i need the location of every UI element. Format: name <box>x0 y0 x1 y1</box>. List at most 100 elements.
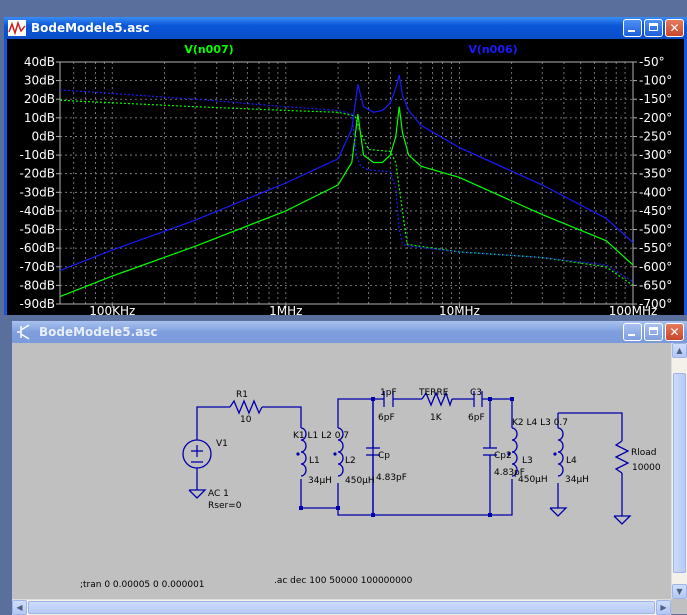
cp-value: 4.83pF <box>376 473 407 483</box>
right-tick-label: -400° <box>639 185 672 199</box>
bode-plot[interactable]: V(n007) V(n006) 40dB 30dB 20dB 10dB 0dB -10dB… <box>7 39 684 315</box>
trace-label-v-n006: V(n006) <box>468 43 517 56</box>
schematic-maximize-button[interactable] <box>644 323 663 341</box>
schematic-close-button[interactable]: ✕ <box>665 323 684 341</box>
minimize-icon <box>628 334 635 336</box>
plot-grid <box>59 61 634 305</box>
cp-label: Cp <box>378 451 390 461</box>
horizontal-scroll-thumb[interactable] <box>28 601 655 614</box>
l1-label: L1 <box>309 456 320 466</box>
rload-value: 10000 <box>632 463 661 473</box>
r1-label: R1 <box>236 390 248 400</box>
schematic-window-titlebar[interactable]: BodeModele5.asc ✕ <box>12 321 687 343</box>
terre-label: TERRE <box>418 388 449 398</box>
close-icon: ✕ <box>669 21 680 35</box>
left-tick-label: -90dB <box>20 297 55 311</box>
l3-label: L3 <box>522 456 533 466</box>
v1-ac: AC 1 <box>208 489 229 499</box>
ac-directive: .ac dec 100 50000 100000000 <box>274 576 413 586</box>
left-tick-label: 40dB <box>24 55 55 69</box>
r1-value: 10 <box>240 415 252 425</box>
trace-label-v-n007: V(n007) <box>184 43 233 56</box>
cp-pre-value: 6pF <box>378 413 395 423</box>
left-tick-label: 30dB <box>24 74 55 88</box>
right-tick-label: -550° <box>639 241 672 255</box>
right-tick-label: -350° <box>639 167 672 181</box>
trace-v-n007-phase <box>59 99 634 286</box>
left-tick-label: 10dB <box>24 111 55 125</box>
left-tick-label: -40dB <box>20 204 55 218</box>
plot-frame <box>59 61 634 305</box>
right-tick-label: -300° <box>639 148 672 162</box>
schematic-window: BodeModele5.asc ✕ R1 10 V1 AC 1 Rser=0 K… <box>12 321 687 615</box>
plot-window-titlebar[interactable]: BodeModele5.asc ✕ <box>4 17 687 39</box>
terre-value: 1K <box>430 413 443 423</box>
waveform-icon <box>8 20 26 36</box>
trace-v-n007-magnitude <box>59 106 634 298</box>
left-tick-label: -50dB <box>20 223 55 237</box>
left-tick-label: 20dB <box>24 92 55 106</box>
trace-v-n006-phase <box>59 89 634 283</box>
k1-directive: K1 L1 L2 0.7 <box>293 431 349 441</box>
right-axis: -50° -100° -150° -200° -250° -300° -350° -400° -… <box>633 55 672 311</box>
right-tick-label: -650° <box>639 278 672 292</box>
x-tick-label: 1MHz <box>269 304 302 315</box>
right-tick-label: -50° <box>639 55 665 69</box>
vertical-scroll-thumb[interactable] <box>673 373 686 573</box>
left-tick-label: -30dB <box>20 185 55 199</box>
close-icon: ✕ <box>669 325 680 339</box>
l2-value: 450µH <box>345 476 375 486</box>
left-tick-label: -10dB <box>20 148 55 162</box>
schematic-window-title: BodeModele5.asc <box>39 325 158 339</box>
plot-traces <box>59 74 634 298</box>
scroll-up-button[interactable]: ▲ <box>672 343 687 358</box>
right-tick-label: -100° <box>639 74 672 88</box>
c3-label: C3 <box>470 388 482 398</box>
maximize-icon <box>649 327 658 335</box>
l4-label: L4 <box>566 456 577 466</box>
rload-label: Rload <box>631 448 657 458</box>
plot-window: BodeModele5.asc ✕ V(n007) V(n006) 40dB 30… <box>4 17 687 315</box>
minimize-button[interactable] <box>623 19 642 37</box>
left-tick-label: -60dB <box>20 241 55 255</box>
right-tick-label: -150° <box>639 92 672 106</box>
left-tick-label: -70dB <box>20 260 55 274</box>
scroll-left-button[interactable]: ◀ <box>12 600 27 615</box>
horizontal-scrollbar[interactable]: ◀ ▶ <box>12 599 671 615</box>
vertical-scrollbar[interactable]: ▲ ▼ <box>671 343 687 599</box>
trace-v-n006-magnitude <box>59 74 634 272</box>
schematic-canvas[interactable]: R1 10 V1 AC 1 Rser=0 K1 L1 L2 0.7 L1 34µ… <box>12 343 668 599</box>
right-tick-label: -450° <box>639 204 672 218</box>
l3-value: 450µH <box>518 475 548 485</box>
c3-value: 6pF <box>468 413 485 423</box>
maximize-icon <box>649 23 658 31</box>
l1-value: 34µH <box>308 476 332 486</box>
plot-window-title: BodeModele5.asc <box>31 21 150 35</box>
tran-directive: ;tran 0 0.00005 0 0.000001 <box>80 580 205 590</box>
v1-rser: Rser=0 <box>208 501 242 511</box>
right-tick-label: -250° <box>639 129 672 143</box>
left-tick-label: 0dB <box>32 129 55 143</box>
right-tick-label: -200° <box>639 111 672 125</box>
scroll-right-button[interactable]: ▶ <box>656 600 671 615</box>
transistor-icon <box>17 324 30 340</box>
x-tick-label: 100MHz <box>609 304 658 315</box>
close-button[interactable]: ✕ <box>665 19 684 37</box>
scroll-down-button[interactable]: ▼ <box>672 584 687 599</box>
left-tick-label: -80dB <box>20 278 55 292</box>
l2-label: L2 <box>345 456 356 466</box>
right-tick-label: -500° <box>639 223 672 237</box>
left-axis: 40dB 30dB 20dB 10dB 0dB -10dB -20dB -30dB -40dB -… <box>20 55 60 311</box>
cp2-label: Cp2 <box>494 451 512 461</box>
minimize-icon <box>628 30 635 32</box>
l4-value: 34µH <box>565 475 589 485</box>
schematic-minimize-button[interactable] <box>623 323 642 341</box>
right-tick-label: -600° <box>639 260 672 274</box>
cp-pre-label: 1pF <box>380 388 397 398</box>
left-tick-label: -20dB <box>20 167 55 181</box>
x-tick-label: 10MHz <box>439 304 480 315</box>
maximize-button[interactable] <box>644 19 663 37</box>
x-tick-label: 100KHz <box>89 304 135 315</box>
v1-label: V1 <box>216 439 228 449</box>
k2-directive: K2 L4 L3 0.7 <box>512 418 568 428</box>
